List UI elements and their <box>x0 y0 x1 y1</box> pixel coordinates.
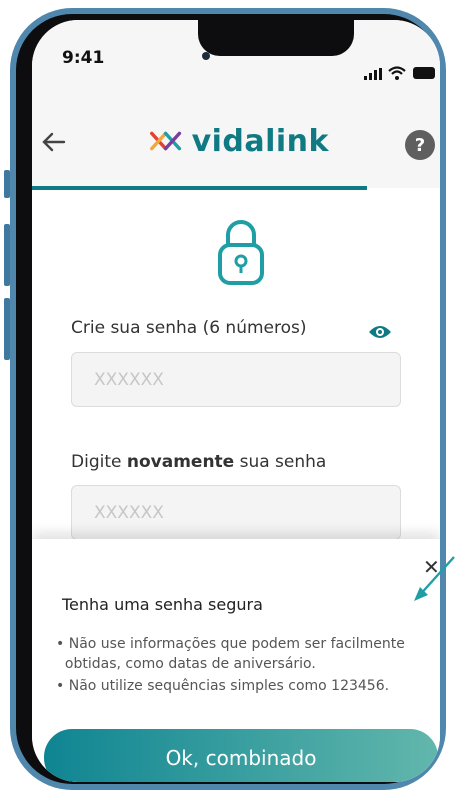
password-label: Crie sua senha (6 números) <box>71 318 307 338</box>
back-arrow-icon[interactable] <box>40 128 68 156</box>
confirm-label-bold: novamente <box>126 452 235 472</box>
tip-item: • Não utilize sequências simples como 12… <box>56 678 390 694</box>
eye-icon[interactable] <box>368 323 392 341</box>
logo-mark-icon <box>150 131 182 151</box>
status-time: 9:41 <box>62 48 105 68</box>
confirm-password-input[interactable]: XXXXXX <box>71 485 401 540</box>
tip-text: Não use informações que podem ser facilm… <box>68 636 405 652</box>
notch <box>198 20 354 56</box>
progress-bar <box>32 186 367 190</box>
confirm-label-prefix: Digite <box>71 452 127 472</box>
confirm-label-suffix: sua senha <box>234 452 327 472</box>
app-screen: 9:41 vidalink ? Crie sua senha (6 número… <box>32 20 440 782</box>
sheet-title: Tenha uma senha segura <box>62 595 263 614</box>
camera-icon <box>202 52 210 60</box>
side-button <box>4 224 10 286</box>
confirm-password-label: Digite novamente sua senha <box>71 452 326 472</box>
tip-text-cont: obtidas, como datas de aniversário. <box>64 656 316 672</box>
signal-icon <box>364 68 382 80</box>
wifi-icon <box>388 66 406 80</box>
tip-text: Não utilize sequências simples como 1234… <box>68 678 390 694</box>
side-button <box>4 298 10 360</box>
annotation-arrow-icon <box>414 556 455 601</box>
ok-button[interactable]: Ok, combinado <box>44 729 438 782</box>
lock-icon <box>218 220 264 285</box>
password-input[interactable]: XXXXXX <box>71 352 401 407</box>
battery-icon <box>413 67 435 79</box>
tip-item: • Não use informações que podem ser faci… <box>56 636 405 672</box>
side-button <box>4 170 10 198</box>
logo-text: vidalink <box>191 123 329 159</box>
vidalink-logo: vidalink <box>149 123 329 159</box>
help-button[interactable]: ? <box>405 130 435 160</box>
